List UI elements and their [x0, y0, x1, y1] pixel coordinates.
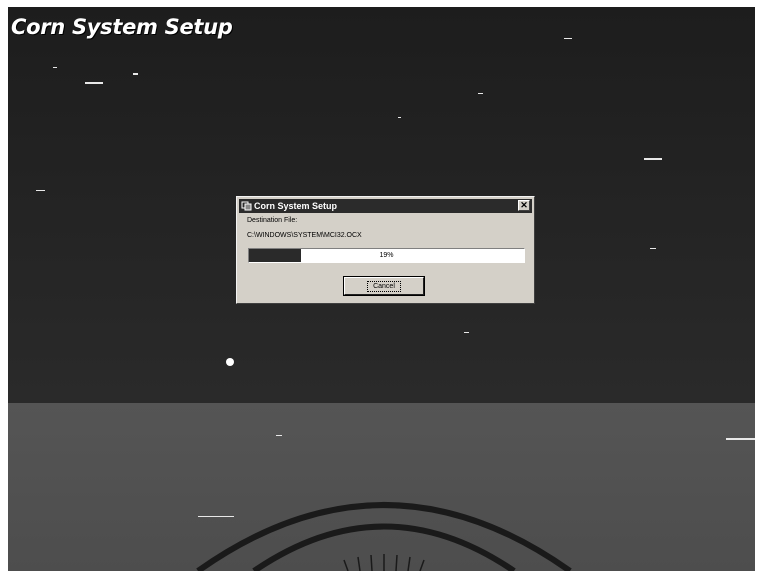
destination-label: Destination File: — [247, 217, 298, 224]
star-streak — [464, 332, 469, 333]
app-title: Corn System Setup — [11, 15, 233, 39]
emblem-ray — [419, 559, 425, 571]
star-streak — [198, 516, 234, 517]
close-icon: ✕ — [520, 200, 528, 210]
emblem-ray — [357, 556, 361, 571]
emblem-rays — [343, 554, 425, 571]
star-streak — [276, 435, 282, 436]
star-streak — [36, 190, 45, 191]
star-streak — [564, 38, 572, 39]
dialog-titlebar[interactable]: Corn System Setup ✕ — [239, 199, 532, 213]
close-button[interactable]: ✕ — [518, 200, 530, 211]
cancel-label: Cancel — [367, 280, 401, 292]
star-streak — [650, 248, 656, 249]
star-streak — [644, 158, 662, 160]
emblem-ray — [407, 556, 411, 571]
destination-path: C:\WINDOWS\SYSTEM\MCI32.OCX — [247, 232, 362, 239]
star-streak — [398, 117, 401, 118]
star-streak — [726, 438, 755, 440]
star-streak — [478, 93, 483, 94]
star-streak — [85, 82, 103, 84]
star-streak — [133, 73, 138, 75]
setup-progress-dialog: Corn System Setup ✕ Destination File: C:… — [236, 196, 535, 304]
cancel-button[interactable]: Cancel — [343, 276, 425, 296]
progress-bar: 19% — [248, 248, 525, 263]
dialog-title: Corn System Setup — [254, 201, 338, 211]
setup-screen: Corn System Setup Corn System Setup ✕ De… — [8, 7, 755, 571]
bright-star — [226, 358, 234, 366]
emblem-ray — [343, 559, 349, 571]
star-streak — [53, 67, 57, 68]
emblem-ray — [370, 554, 373, 571]
setup-icon — [241, 200, 252, 211]
progress-percent: 19% — [379, 252, 394, 259]
emblem-ray — [395, 554, 398, 571]
